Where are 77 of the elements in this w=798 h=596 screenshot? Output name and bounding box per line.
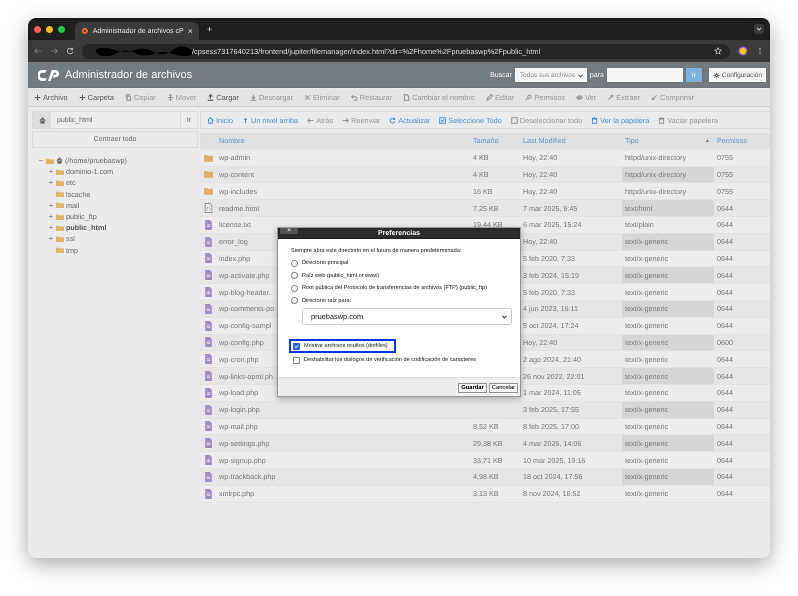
file-icon	[204, 304, 212, 314]
new-tab-button[interactable]: +	[207, 24, 212, 34]
gear-icon	[712, 72, 720, 78]
refresh-icon	[389, 116, 396, 124]
checkbox[interactable]	[293, 342, 300, 350]
right-arrow-icon	[342, 116, 350, 124]
file-icon	[204, 371, 212, 382]
file-icon	[204, 253, 212, 264]
close-icon	[304, 94, 311, 100]
file-icon	[204, 421, 212, 432]
reload-icon[interactable]	[66, 47, 74, 55]
plus-icon	[34, 94, 41, 100]
left-arrow-icon	[307, 116, 314, 124]
caret-icon	[576, 72, 584, 78]
compress-icon	[651, 94, 658, 100]
tree-toggle[interactable]: +	[48, 223, 54, 232]
upload-icon	[207, 94, 214, 100]
file-icon	[204, 236, 212, 247]
file-icon	[204, 320, 212, 331]
expand-icon	[607, 94, 614, 100]
tree-toggle[interactable]: +	[48, 167, 54, 176]
maximize-window-icon[interactable]	[58, 26, 65, 32]
copy-icon	[124, 94, 132, 100]
radio-button[interactable]	[291, 272, 298, 280]
chevron-down-icon[interactable]	[754, 24, 764, 34]
close-window-icon[interactable]	[34, 26, 41, 32]
tab-close-button[interactable]: ×	[188, 26, 193, 36]
search-field[interactable]	[606, 68, 683, 82]
file-icon	[204, 337, 212, 348]
undo-icon	[350, 94, 358, 100]
back-icon[interactable]	[34, 47, 42, 55]
tree-toggle[interactable]: +	[48, 200, 54, 210]
file-icon	[204, 287, 212, 298]
file-icon	[204, 354, 212, 364]
checkbox-icon	[439, 116, 446, 124]
file-icon	[204, 455, 212, 466]
avatar-icon[interactable]	[738, 46, 748, 56]
app-title: Administrador de archivos	[65, 69, 192, 81]
trash-icon	[591, 116, 598, 124]
trash-icon	[658, 116, 666, 124]
logo-icon	[38, 68, 60, 82]
plus-icon	[78, 94, 86, 100]
file-icon	[204, 404, 212, 415]
home-button[interactable]	[33, 112, 51, 128]
star-icon[interactable]	[714, 47, 722, 55]
forward-icon[interactable]	[50, 47, 58, 55]
radio-button[interactable]	[291, 260, 298, 267]
file-icon	[204, 220, 212, 230]
caret-icon	[501, 313, 508, 320]
home-icon	[38, 116, 46, 124]
file-icon	[403, 94, 410, 100]
file-icon	[204, 438, 212, 448]
home-icon	[56, 157, 63, 164]
folder-icon	[204, 152, 212, 163]
file-icon	[204, 472, 212, 482]
folder-icon	[204, 186, 212, 196]
checkbox[interactable]	[293, 356, 300, 364]
tree-toggle[interactable]: −	[38, 156, 44, 166]
code-file-icon	[204, 203, 212, 214]
radio-button[interactable]	[291, 284, 298, 292]
up-arrow-icon	[242, 116, 250, 124]
file-icon	[204, 388, 212, 398]
logo-icon	[81, 27, 89, 35]
tree-toggle[interactable]: +	[48, 234, 54, 244]
radio-button[interactable]	[291, 297, 298, 304]
folder-icon	[204, 169, 212, 180]
eye-icon	[576, 94, 584, 100]
tree-toggle[interactable]: +	[48, 178, 54, 188]
file-icon	[204, 488, 212, 499]
download-icon	[250, 94, 257, 100]
tree-toggle[interactable]: +	[48, 212, 54, 222]
home-icon	[207, 116, 214, 124]
pencil-icon	[486, 94, 493, 100]
file-icon	[204, 270, 212, 280]
move-icon	[166, 94, 174, 100]
minimize-window-icon[interactable]	[46, 26, 53, 32]
checkbox-icon	[510, 116, 518, 124]
